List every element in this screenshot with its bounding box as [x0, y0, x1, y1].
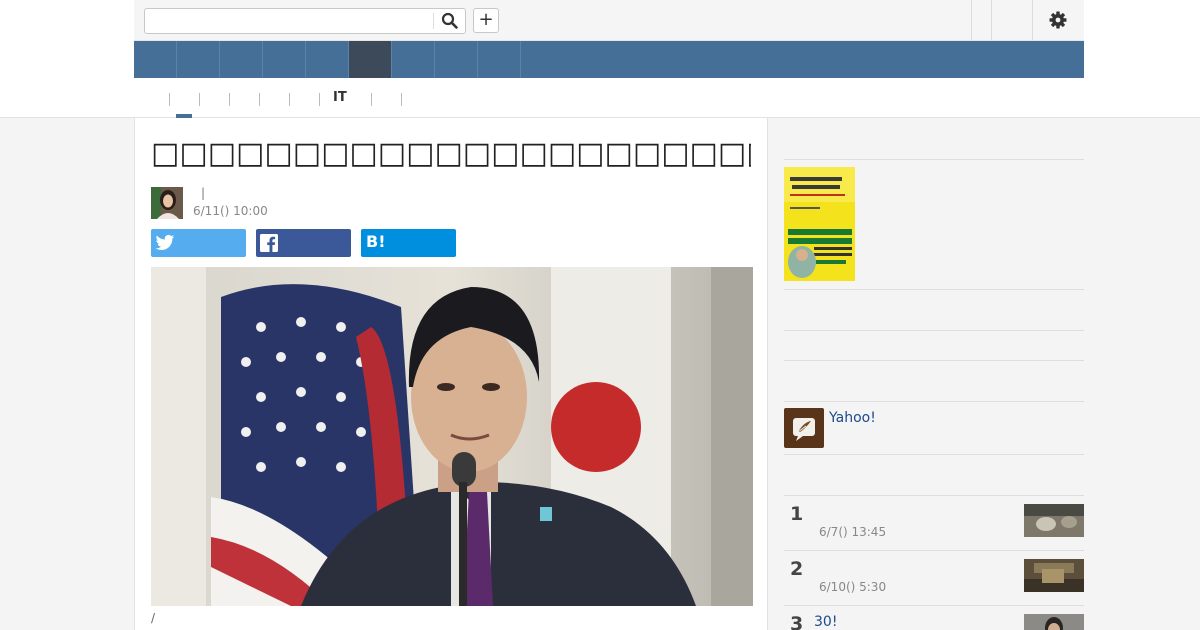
- twitter-share-button[interactable]: [151, 229, 246, 257]
- sidebar-divider: [784, 159, 1084, 160]
- search-input[interactable]: [149, 12, 429, 30]
- ranking-thumbnail[interactable]: [1024, 614, 1084, 630]
- facebook-icon: [260, 234, 278, 252]
- nav-item[interactable]: [177, 41, 220, 78]
- ranking-number: 3: [790, 613, 804, 630]
- nav-item[interactable]: [435, 41, 478, 78]
- toolbar-divider: [971, 0, 972, 40]
- subnav-separator: [169, 93, 170, 106]
- ranking-number: 1: [790, 503, 804, 525]
- subnav-separator: [371, 93, 372, 106]
- subnav-separator: [401, 93, 402, 106]
- sidebar: Yahoo! 1 6/7() 13:45 2 6/10() 5:30 3 30!: [784, 118, 1084, 630]
- author-avatar[interactable]: [151, 187, 183, 219]
- byline-separator: |: [201, 186, 206, 200]
- yahoo-link[interactable]: Yahoo!: [829, 410, 876, 426]
- article-main: □□□□□□□□□□□□□□□□□□□□□□□□□□□□□□□□□□□□□□□ …: [134, 118, 768, 630]
- ranking-title[interactable]: 30!: [814, 614, 837, 630]
- hatena-share-button[interactable]: B!: [361, 229, 456, 257]
- ranking-time: 6/10() 5:30: [819, 580, 887, 594]
- twitter-icon: [155, 234, 175, 250]
- facebook-share-button[interactable]: [256, 229, 351, 257]
- top-toolbar: +: [134, 0, 1084, 41]
- article-photo[interactable]: [151, 267, 753, 606]
- subnav-it-link[interactable]: IT: [333, 90, 347, 105]
- toolbar-divider: [991, 0, 992, 40]
- ranking-item[interactable]: 2 6/10() 5:30: [784, 550, 1084, 605]
- nav-item[interactable]: [306, 41, 349, 78]
- subnav-separator: [319, 93, 320, 106]
- ranking-time: 6/7() 13:45: [819, 525, 887, 539]
- search-box: [144, 8, 466, 34]
- nav-item[interactable]: [392, 41, 435, 78]
- photo-caption: /: [151, 611, 156, 625]
- nav-item[interactable]: [478, 41, 521, 78]
- sidebar-divider: [784, 454, 1084, 455]
- category-nav: [134, 41, 1084, 78]
- nav-item[interactable]: [263, 41, 306, 78]
- ranking-number: 2: [790, 558, 804, 580]
- nav-item[interactable]: [220, 41, 263, 78]
- ranking-item[interactable]: 3 30!: [784, 605, 1084, 630]
- subnav-separator: [289, 93, 290, 106]
- sidebar-divider: [784, 289, 1084, 290]
- book-ad-image[interactable]: [784, 167, 855, 281]
- search-icon[interactable]: [441, 12, 461, 30]
- sidebar-divider: [784, 401, 1084, 402]
- subnav-separator: [259, 93, 260, 106]
- ranking-item[interactable]: 1 6/7() 13:45: [784, 495, 1084, 550]
- nav-item[interactable]: [134, 41, 177, 78]
- search-divider: [433, 13, 434, 29]
- hatena-icon: B!: [366, 232, 386, 251]
- toolbar-divider: [1032, 0, 1033, 40]
- sidebar-divider: [784, 360, 1084, 361]
- subnav-separator: [199, 93, 200, 106]
- subnav-separator: [229, 93, 230, 106]
- nav-item-active[interactable]: [349, 41, 392, 78]
- ranking-thumbnail[interactable]: [1024, 504, 1084, 537]
- article-date: 6/11() 10:00: [193, 204, 268, 218]
- ranking-thumbnail[interactable]: [1024, 559, 1084, 592]
- sidebar-divider: [784, 330, 1084, 331]
- yahoo-news-icon[interactable]: [784, 408, 824, 448]
- add-button[interactable]: +: [473, 8, 499, 33]
- gear-icon[interactable]: [1048, 10, 1068, 30]
- article-headline: □□□□□□□□□□□□□□□□□□□□□□□□□□□□□□□□□□□□□□□: [151, 136, 751, 171]
